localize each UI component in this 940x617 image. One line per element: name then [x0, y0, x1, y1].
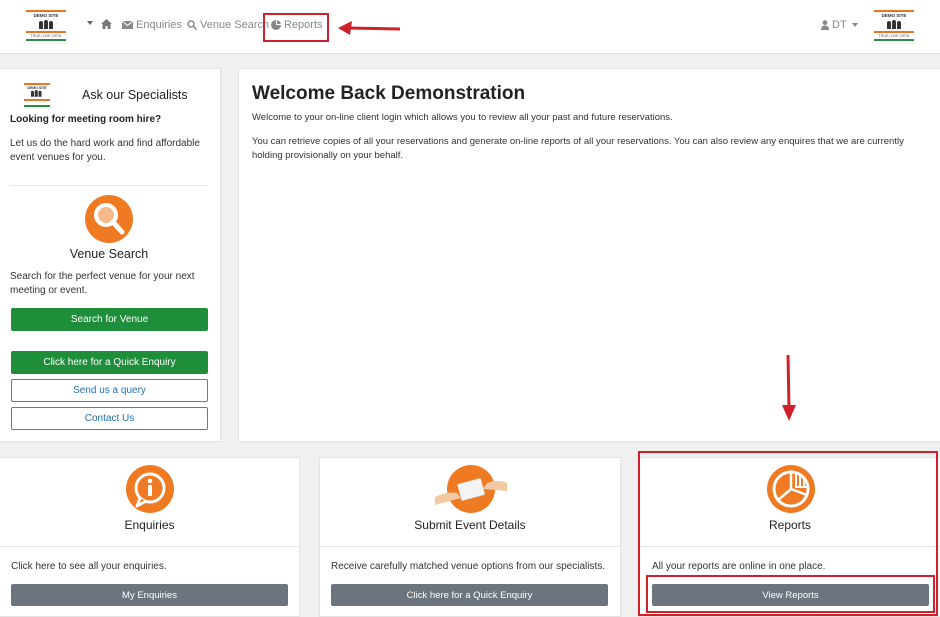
card-header: Submit Event Details: [320, 458, 620, 547]
sidebar-heading: Ask our Specialists: [82, 88, 188, 102]
logo-dropdown-caret[interactable]: [87, 21, 93, 25]
logo-stripe: [24, 99, 50, 101]
nav-home[interactable]: [101, 19, 112, 29]
venue-search-title: Venue Search: [69, 247, 149, 261]
annotation-arrow-left: [338, 21, 401, 35]
nav-enquiries-label: Enquiries: [136, 19, 182, 31]
page-title: Welcome Back Demonstration: [252, 83, 526, 104]
nav-enquiries[interactable]: Enquiries: [122, 19, 182, 31]
event-details-badge: [435, 465, 507, 513]
annotation-arrow-down: [782, 354, 796, 421]
annotation-box-reports-nav: [263, 13, 329, 42]
logo-title: DEMO SITE: [33, 13, 59, 18]
card-header: Enquiries: [0, 458, 299, 547]
envelope-icon: [122, 21, 133, 29]
enquiries-card-desc: Click here to see all your enquiries.: [11, 561, 167, 572]
welcome-paragraph: Welcome to your on-line client login whi…: [252, 112, 673, 123]
logo-stripe: [24, 83, 50, 85]
my-enquiries-button[interactable]: My Enquiries: [11, 584, 288, 606]
sidebar-intro-text: Let us do the hard work and find afforda…: [10, 138, 200, 163]
logo-stripe: [874, 39, 914, 41]
logo-people-icon: [31, 90, 42, 97]
enquiries-card: Enquiries Click here to see all your enq…: [0, 457, 300, 617]
venue-search-badge: [85, 195, 133, 243]
partner-logo: DEMO SITE TRUE LOVE VISTA: [870, 10, 918, 42]
user-initials: DT: [832, 19, 847, 31]
contact-us-button[interactable]: Contact Us: [11, 407, 208, 430]
event-details-card-title: Submit Event Details: [414, 518, 526, 532]
nav-venue-search-label: Venue Search: [200, 19, 270, 31]
search-icon: [187, 20, 197, 30]
logo-stripe: [26, 10, 66, 12]
specialists-sidebar: DEMO SITE Ask our Specialists Looking fo…: [0, 68, 221, 442]
enquiries-badge: [126, 465, 174, 513]
chevron-down-icon: [851, 23, 858, 27]
logo-people-icon: [39, 20, 53, 29]
logo-subtitle: TRUE LOVE VISTA: [30, 34, 62, 38]
sidebar-logo: DEMO SITE: [20, 83, 54, 107]
card-quick-enquiry-button[interactable]: Click here for a Quick Enquiry: [331, 584, 608, 606]
logo-people-icon: [887, 20, 901, 29]
logo-stripe: [874, 10, 914, 12]
logo-stripe: [874, 31, 914, 33]
handshake-document-icon: [435, 478, 507, 505]
reservations-paragraph: You can retrieve copies of all your rese…: [252, 136, 904, 161]
welcome-panel: Welcome Back Demonstration Welcome to yo…: [238, 68, 940, 442]
logo-stripe: [24, 105, 50, 107]
venue-search-desc: Search for the perfect venue for your ne…: [10, 271, 195, 296]
logo-stripe: [26, 31, 66, 33]
user-menu[interactable]: DT: [821, 19, 858, 31]
sidebar-divider: [10, 185, 208, 186]
user-icon: [821, 20, 829, 30]
event-details-card-desc: Receive carefully matched venue options …: [331, 561, 606, 572]
quick-enquiry-button[interactable]: Click here for a Quick Enquiry: [11, 351, 208, 374]
annotation-box-view-reports: [646, 575, 935, 613]
info-chat-icon: [134, 472, 166, 508]
magnifier-icon: [94, 203, 125, 235]
logo-stripe: [26, 39, 66, 41]
logo-subtitle: TRUE LOVE VISTA: [878, 34, 910, 38]
event-details-card: Submit Event Details Receive carefully m…: [319, 457, 621, 617]
sidebar-looking-text: Looking for meeting room hire?: [10, 114, 162, 125]
nav-venue-search[interactable]: Venue Search: [187, 19, 269, 31]
logo-title: DEMO SITE: [881, 13, 907, 18]
top-navbar: DEMO SITE TRUE LOVE VISTA Enquiries Venu…: [0, 0, 940, 54]
enquiries-card-title: Enquiries: [124, 518, 175, 532]
home-icon: [101, 19, 112, 29]
site-logo[interactable]: DEMO SITE TRUE LOVE VISTA: [22, 10, 70, 42]
send-query-button[interactable]: Send us a query: [11, 379, 208, 402]
search-for-venue-button[interactable]: Search for Venue: [11, 308, 208, 331]
